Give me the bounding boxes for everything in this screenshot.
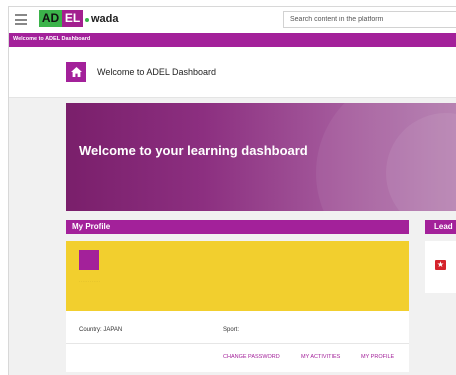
sport-label: Sport: — [223, 327, 240, 333]
avatar[interactable] — [79, 250, 99, 270]
my-activities-link[interactable]: MY ACTIVITIES — [301, 354, 340, 360]
profile-section-header: My Profile — [66, 220, 409, 234]
app-window: AD EL wada Welcome to ADEL Dashboard Wel… — [8, 6, 456, 375]
logo-wada-text: wada — [91, 13, 119, 25]
breadcrumb-bar: Welcome to ADEL Dashboard — [9, 33, 456, 47]
page-header: Welcome to ADEL Dashboard — [9, 47, 456, 98]
breadcrumb[interactable]: Welcome to ADEL Dashboard — [13, 36, 90, 42]
profile-banner: · · · · · · · · · · · · — [66, 241, 409, 311]
profile-info-row: Country: JAPAN Sport: — [66, 317, 409, 344]
my-profile-link[interactable]: MY PROFILE — [361, 354, 394, 360]
profile-name: · · · · · · · · · · · · — [79, 279, 101, 283]
profile-section-title: My Profile — [72, 222, 111, 231]
profile-card: · · · · · · · · · · · · Country: JAPAN S… — [66, 241, 409, 372]
hero-title: Welcome to your learning dashboard — [79, 143, 308, 158]
change-password-link[interactable]: CHANGE PASSWORD — [223, 354, 280, 360]
home-icon — [70, 67, 82, 77]
star-badge-icon[interactable]: ★ — [435, 260, 446, 270]
home-button[interactable] — [66, 62, 86, 82]
profile-links: CHANGE PASSWORD MY ACTIVITIES MY PROFILE — [66, 354, 409, 366]
leaderboard-section-title: Lead — [434, 222, 453, 231]
page-title: Welcome to ADEL Dashboard — [97, 67, 217, 77]
logo-dot-icon — [85, 18, 89, 22]
top-bar: AD EL wada — [9, 7, 456, 34]
menu-icon[interactable] — [15, 14, 27, 25]
logo-part-ad: AD — [39, 10, 62, 27]
search-input[interactable] — [283, 11, 456, 28]
leaderboard-section-header: Lead — [425, 220, 456, 234]
country-label: Country: JAPAN — [79, 327, 123, 333]
logo-part-el: EL — [62, 10, 83, 27]
leaderboard-card: ★ — [425, 241, 456, 293]
hero-banner: Welcome to your learning dashboard — [66, 103, 456, 211]
